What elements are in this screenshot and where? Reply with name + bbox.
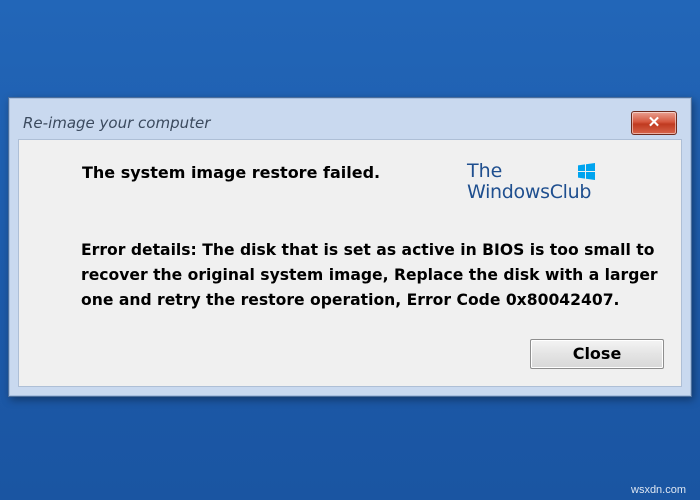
brand-line-windowsclub: WindowsClub — [467, 181, 592, 203]
windows-logo-icon — [578, 163, 595, 180]
title-close-button[interactable]: ✕ — [631, 111, 677, 135]
site-watermark: wsxdn.com — [631, 484, 687, 496]
error-headline: The system image restore failed. — [82, 163, 381, 182]
dialog-content: The system image restore failed. The Win… — [18, 139, 682, 387]
error-details: Error details: The disk that is set as a… — [81, 241, 658, 309]
brand-line-the: The — [467, 160, 503, 182]
title-bar[interactable]: Re-image your computer ✕ — [9, 98, 691, 138]
brand-watermark: The WindowsClub — [467, 158, 607, 206]
close-button[interactable]: Close — [530, 339, 664, 369]
close-icon: ✕ — [647, 114, 661, 131]
window-title: Re-image your computer — [23, 114, 211, 132]
reimage-dialog-window: Re-image your computer ✕ The system imag… — [8, 97, 692, 397]
